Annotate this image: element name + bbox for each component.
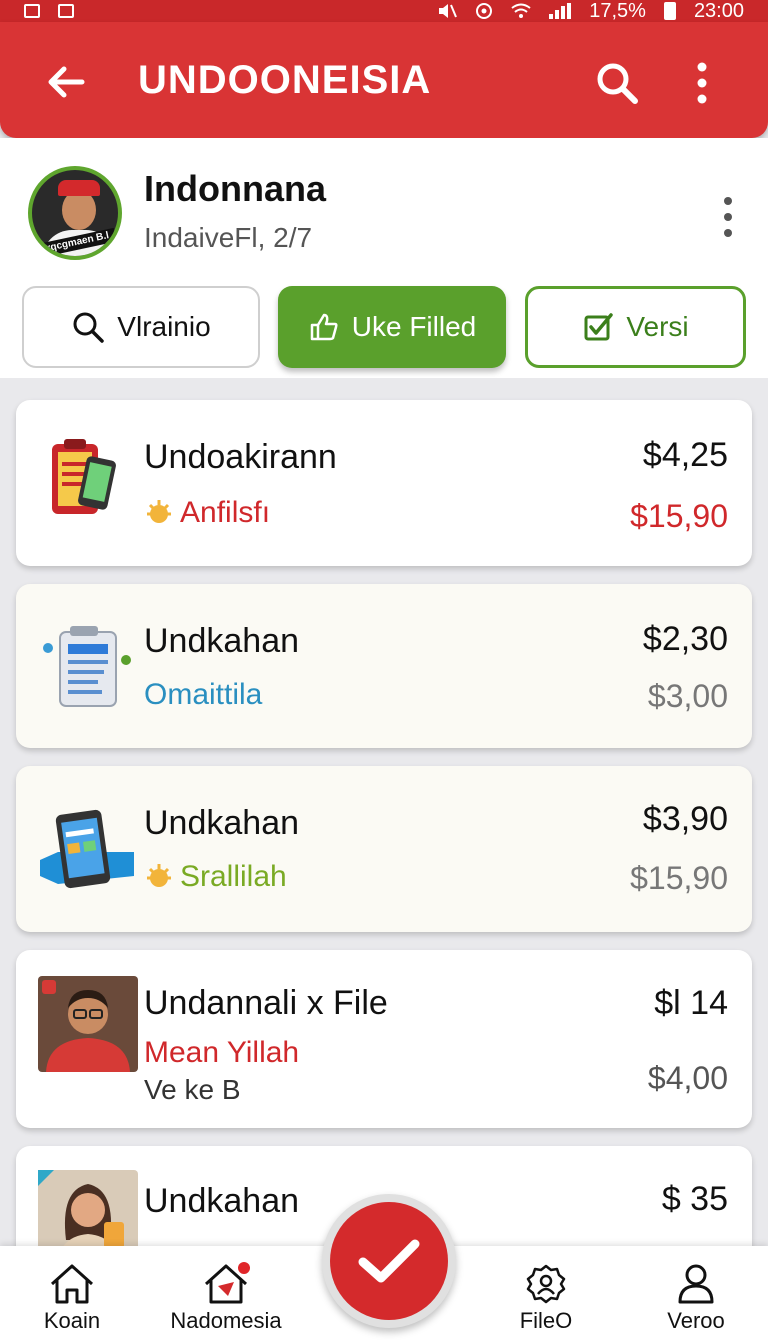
nav-label: FileO xyxy=(519,1308,573,1333)
app-bar: UNDOONEISIA xyxy=(0,22,768,138)
filter-bar: Vlrainio Uke Filled Versi xyxy=(0,286,768,372)
fab-inner xyxy=(330,1202,448,1320)
profile-name: Indonnana xyxy=(144,168,326,209)
sun-face-icon xyxy=(147,864,171,887)
checkbox-icon xyxy=(584,313,614,341)
check-icon xyxy=(58,4,74,18)
gallery-icon xyxy=(24,4,40,18)
person-photo-icon xyxy=(38,976,138,1072)
status-bar: 17,5% 23:00 xyxy=(0,0,768,22)
item-price: $2,30 xyxy=(642,620,728,658)
item-price: $ 35 xyxy=(661,1180,728,1218)
house-badge-icon xyxy=(204,1262,250,1304)
home-icon xyxy=(50,1264,94,1304)
clock: 23:00 xyxy=(693,0,744,22)
item-title: Undoakirann xyxy=(144,438,337,476)
item-list: Undoakirann Anfilsfı $4,25 $15,90 Undkah… xyxy=(0,378,768,1246)
item-detail: Ve ke B xyxy=(144,1074,241,1105)
page-title: UNDOONEISIA xyxy=(138,58,432,102)
nav-label: Koain xyxy=(43,1308,101,1333)
mute-icon xyxy=(439,4,458,18)
filter-verified-button[interactable]: Versi xyxy=(525,286,746,368)
avatar[interactable]: Iкqcgmaen B.l xyxy=(28,166,122,260)
item-price: $3,90 xyxy=(642,800,728,838)
nav-label: Veroo xyxy=(667,1308,725,1333)
profile-more-icon[interactable] xyxy=(716,194,740,240)
nav-label: Nadomesia xyxy=(170,1308,282,1333)
profile-subtitle: IndaiveFl, 2/7 xyxy=(144,222,313,253)
battery-icon xyxy=(663,2,676,20)
confirm-fab-button[interactable] xyxy=(322,1194,456,1328)
nav-indonesia[interactable]: Nadomesia xyxy=(156,1246,296,1344)
item-old-price: $15,90 xyxy=(630,498,728,534)
item-title: Undkahan xyxy=(144,622,300,660)
item-subtitle: Mean Yillah xyxy=(144,1036,299,1070)
list-item[interactable]: Undkahan Srallilah $3,90 $15,90 xyxy=(16,766,752,932)
profile-icon xyxy=(678,1264,714,1304)
item-title: Undkahan xyxy=(144,804,300,842)
list-item[interactable]: Undkahan Omaittila $2,30 $3,00 xyxy=(16,584,752,748)
checkmark-icon xyxy=(358,1239,420,1283)
avatar-hat xyxy=(58,180,100,196)
battery-percent: 17,5% xyxy=(589,0,646,22)
item-subtitle-text: Srallilah xyxy=(180,860,287,893)
filter-label: Uke Filled xyxy=(351,311,477,342)
item-subtitle: Srallilah xyxy=(144,860,287,894)
search-icon[interactable] xyxy=(594,60,640,106)
gear-person-icon xyxy=(526,1264,566,1304)
item-title: Undkahan xyxy=(144,1182,300,1220)
location-icon xyxy=(476,3,493,19)
list-item[interactable]: Undoakirann Anfilsfı $4,25 $15,90 xyxy=(16,400,752,566)
nav-home[interactable]: Koain xyxy=(2,1246,142,1344)
signal-icon xyxy=(549,3,572,19)
document-icon xyxy=(43,626,131,707)
list-item[interactable]: Undannali x File Mean Yillah Ve ke B $l … xyxy=(16,950,752,1128)
item-old-price: $15,90 xyxy=(630,860,728,896)
clipboard-phone-icon xyxy=(52,439,116,514)
nav-files[interactable]: FileO xyxy=(476,1246,616,1344)
back-arrow-icon[interactable] xyxy=(44,60,88,104)
item-subtitle-text: Mean Yillah xyxy=(144,1036,300,1069)
more-options-icon[interactable] xyxy=(690,60,714,106)
item-subtitle: Anfilsfı xyxy=(144,496,270,530)
woman-photo-icon xyxy=(38,1170,138,1246)
search-icon xyxy=(73,312,105,343)
filter-liked-button[interactable]: Uke Filled xyxy=(278,286,506,368)
filter-label: Vlrainio xyxy=(117,311,211,342)
wifi-icon xyxy=(511,3,531,18)
item-subtitle: Omaittila xyxy=(144,678,262,712)
nav-profile[interactable]: Veroo xyxy=(626,1246,766,1344)
item-old-price: $4,00 xyxy=(647,1060,728,1096)
thumbs-up-icon xyxy=(310,313,338,341)
phone-box-icon xyxy=(40,809,134,889)
item-subtitle-text: Omaittila xyxy=(144,678,263,711)
filter-label: Versi xyxy=(626,311,689,342)
item-price: $l 14 xyxy=(654,984,728,1022)
sun-face-icon xyxy=(147,500,171,523)
item-price: $4,25 xyxy=(642,436,728,474)
item-title: Undannali x File xyxy=(144,984,388,1022)
filter-search-button[interactable]: Vlrainio xyxy=(22,286,260,368)
item-old-price: $3,00 xyxy=(647,678,728,714)
avatar-face xyxy=(62,190,96,230)
item-subtitle-text: Anfilsfı xyxy=(180,496,271,529)
